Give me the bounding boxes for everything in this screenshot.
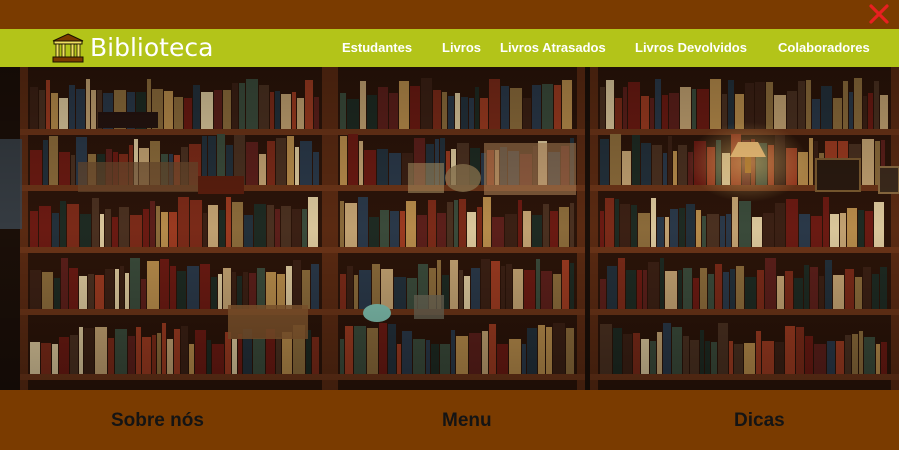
footer: Sobre nós Menu Dicas: [0, 390, 899, 450]
nav-link-estudantes[interactable]: Estudantes: [342, 40, 412, 56]
footer-link-sobre-nos[interactable]: Sobre nós: [111, 410, 204, 432]
library-building-icon: [52, 33, 84, 63]
brand[interactable]: Biblioteca: [52, 33, 213, 63]
close-button[interactable]: [867, 2, 891, 26]
nav-link-livros-devolvidos[interactable]: Livros Devolvidos: [635, 40, 747, 56]
nav-link-livros-atrasados[interactable]: Livros Atrasados: [500, 40, 606, 56]
top-bar: [0, 0, 899, 29]
footer-link-dicas[interactable]: Dicas: [734, 410, 785, 432]
nav-link-colaboradores[interactable]: Colaboradores: [778, 40, 870, 56]
navigation-bar: Biblioteca Estudantes Livros Livros Atra…: [0, 29, 899, 67]
close-icon: [869, 4, 889, 24]
bookshelf-photo: [0, 67, 899, 390]
brand-name: Biblioteca: [90, 33, 214, 62]
nav-link-livros[interactable]: Livros: [442, 40, 481, 56]
hero-bookshelf-image: [0, 67, 899, 390]
footer-link-menu[interactable]: Menu: [442, 410, 492, 432]
